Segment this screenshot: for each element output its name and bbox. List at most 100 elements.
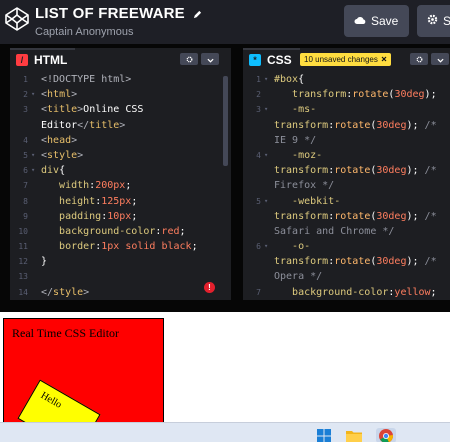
code-line[interactable]: 6 ▾ div{ bbox=[10, 163, 231, 178]
pencil-icon[interactable] bbox=[193, 6, 202, 23]
code-line[interactable]: Editor</title> bbox=[10, 118, 231, 133]
preview-rotated-text: Hello bbox=[38, 390, 64, 411]
line-number: 6 bbox=[256, 242, 261, 252]
code-line[interactable]: 4 ▾ -moz- bbox=[243, 148, 450, 163]
chrome-icon[interactable] bbox=[376, 428, 396, 442]
codepen-logo-icon[interactable] bbox=[4, 6, 30, 32]
code-line[interactable]: 6 ▾ -o- bbox=[243, 239, 450, 254]
code-line[interactable]: transform:rotate(30deg); /* bbox=[243, 118, 450, 133]
code-text: } bbox=[41, 254, 47, 269]
save-button[interactable]: Save bbox=[344, 5, 409, 37]
code-token: IE 9 */ bbox=[274, 134, 317, 146]
code-token: 30deg bbox=[376, 256, 407, 268]
fold-arrow-icon[interactable]: ▾ bbox=[264, 102, 268, 117]
fold-arrow-icon[interactable]: ▾ bbox=[264, 194, 268, 209]
fold-arrow-icon[interactable]: ▾ bbox=[31, 148, 35, 163]
windows-start-icon[interactable] bbox=[314, 428, 334, 442]
code-line[interactable]: transform:rotate(30deg); /* bbox=[243, 163, 450, 178]
os-taskbar bbox=[0, 422, 450, 442]
code-line[interactable]: 8 height:125px; bbox=[10, 194, 231, 209]
preview-frame: Real Time CSS Editor Hello bbox=[0, 312, 450, 422]
unsaved-changes-badge[interactable]: 10 unsaved changes bbox=[300, 53, 391, 66]
line-number: 13 bbox=[18, 272, 28, 282]
code-token: red bbox=[161, 225, 180, 237]
project-title-block: LIST OF FREEWARE Captain Anonymous bbox=[35, 5, 202, 38]
settings-label: S bbox=[443, 14, 450, 28]
line-number: 10 bbox=[18, 226, 28, 236]
code-token: Firefox */ bbox=[274, 180, 335, 192]
code-line[interactable]: 5 ▾ -webkit- bbox=[243, 194, 450, 209]
code-line[interactable]: 13 bbox=[10, 269, 231, 284]
code-text: Editor</title> bbox=[41, 118, 125, 133]
code-token: Opera */ bbox=[274, 271, 323, 283]
code-line[interactable]: Firefox */ bbox=[243, 178, 450, 193]
css-tab-label: CSS bbox=[267, 53, 292, 67]
html-code-editor[interactable]: 1 <!DOCTYPE html> 2 ▾ <html> 3 <title>Online C… bbox=[10, 72, 231, 300]
code-token: ; bbox=[131, 210, 138, 222]
project-title[interactable]: LIST OF FREEWARE bbox=[35, 5, 202, 23]
code-token: html bbox=[47, 89, 72, 101]
line-number: 5 bbox=[23, 150, 28, 160]
css-settings-button[interactable] bbox=[410, 53, 428, 65]
error-icon[interactable]: ! bbox=[204, 282, 215, 293]
code-text: <html> bbox=[41, 87, 77, 102]
code-line[interactable]: 7 background-color:yellow; bbox=[243, 285, 450, 300]
tab-html[interactable]: / HTML bbox=[10, 48, 76, 70]
code-line[interactable]: Safari and Chrome */ bbox=[243, 224, 450, 239]
fold-arrow-icon[interactable]: ▾ bbox=[264, 148, 268, 163]
code-line[interactable]: Opera */ bbox=[243, 269, 450, 284]
code-text: #box{ bbox=[274, 72, 304, 87]
line-number: 3 bbox=[23, 105, 28, 115]
code-text: height:125px; bbox=[41, 194, 137, 209]
line-number: 2 bbox=[23, 90, 28, 100]
css-code-editor[interactable]: 1 ▾ #box{2 transform:rotate(30deg); 3 ▾ -ms-… bbox=[243, 72, 450, 300]
code-text: <!DOCTYPE html> bbox=[41, 72, 131, 87]
line-number: 5 bbox=[256, 196, 261, 206]
code-token: 30deg bbox=[376, 210, 407, 222]
code-line[interactable]: 12} bbox=[10, 254, 231, 269]
preview-resizer[interactable] bbox=[0, 300, 450, 312]
code-line[interactable]: 2 ▾ <html> bbox=[10, 87, 231, 102]
code-line[interactable]: 3 ▾ -ms- bbox=[243, 102, 450, 117]
code-text: Safari and Chrome */ bbox=[274, 224, 394, 239]
code-line[interactable]: 7 width:200px; bbox=[10, 178, 231, 193]
css-collapse-button[interactable] bbox=[431, 53, 449, 65]
code-token: ; bbox=[131, 195, 138, 207]
author-name[interactable]: Captain Anonymous bbox=[35, 26, 202, 38]
code-line[interactable]: 10 background-color:red; bbox=[10, 224, 231, 239]
tab-css[interactable]: * CSS bbox=[243, 48, 300, 70]
fold-arrow-icon[interactable]: ▾ bbox=[31, 87, 35, 102]
code-line[interactable]: 1 <!DOCTYPE html> bbox=[10, 72, 231, 87]
code-line[interactable]: 14 </style> bbox=[10, 285, 231, 300]
code-line[interactable]: 3 <title>Online CSS bbox=[10, 102, 231, 117]
code-token: 200px bbox=[95, 180, 126, 192]
code-line[interactable]: transform:rotate(30deg); /* bbox=[243, 254, 450, 269]
code-token: <!DOCTYPE html> bbox=[41, 74, 132, 85]
html-collapse-button[interactable] bbox=[201, 53, 219, 65]
code-token: yellow bbox=[394, 286, 431, 298]
code-token: > bbox=[71, 134, 78, 146]
code-line[interactable]: IE 9 */ bbox=[243, 133, 450, 148]
code-line[interactable]: 4 <head> bbox=[10, 133, 231, 148]
code-line[interactable]: 9 padding:10px; bbox=[10, 209, 231, 224]
settings-button[interactable]: S bbox=[417, 5, 450, 37]
html-scrollbar[interactable] bbox=[223, 76, 228, 166]
fold-arrow-icon[interactable]: ▾ bbox=[31, 163, 35, 178]
code-token: padding bbox=[41, 210, 102, 222]
code-line[interactable]: transform:rotate(30deg); /* bbox=[243, 209, 450, 224]
code-line[interactable]: 2 transform:rotate(30deg); bbox=[243, 87, 450, 102]
code-token: border bbox=[41, 241, 96, 253]
file-explorer-icon[interactable] bbox=[344, 428, 364, 442]
project-title-text: LIST OF FREEWARE bbox=[35, 5, 185, 22]
html-settings-button[interactable] bbox=[180, 53, 198, 65]
code-line[interactable]: 1 ▾ #box{ bbox=[243, 72, 450, 87]
code-token: 125px bbox=[101, 195, 132, 207]
code-token: rotate bbox=[334, 165, 371, 177]
close-icon[interactable] bbox=[381, 55, 387, 64]
fold-arrow-icon[interactable]: ▾ bbox=[264, 72, 268, 87]
fold-arrow-icon[interactable]: ▾ bbox=[264, 239, 268, 254]
unsaved-badge-text: 10 unsaved changes bbox=[304, 55, 378, 64]
code-line[interactable]: 11 border:1px solid black; bbox=[10, 239, 231, 254]
code-line[interactable]: 5 ▾ <style> bbox=[10, 148, 231, 163]
code-token: /* bbox=[424, 165, 437, 177]
